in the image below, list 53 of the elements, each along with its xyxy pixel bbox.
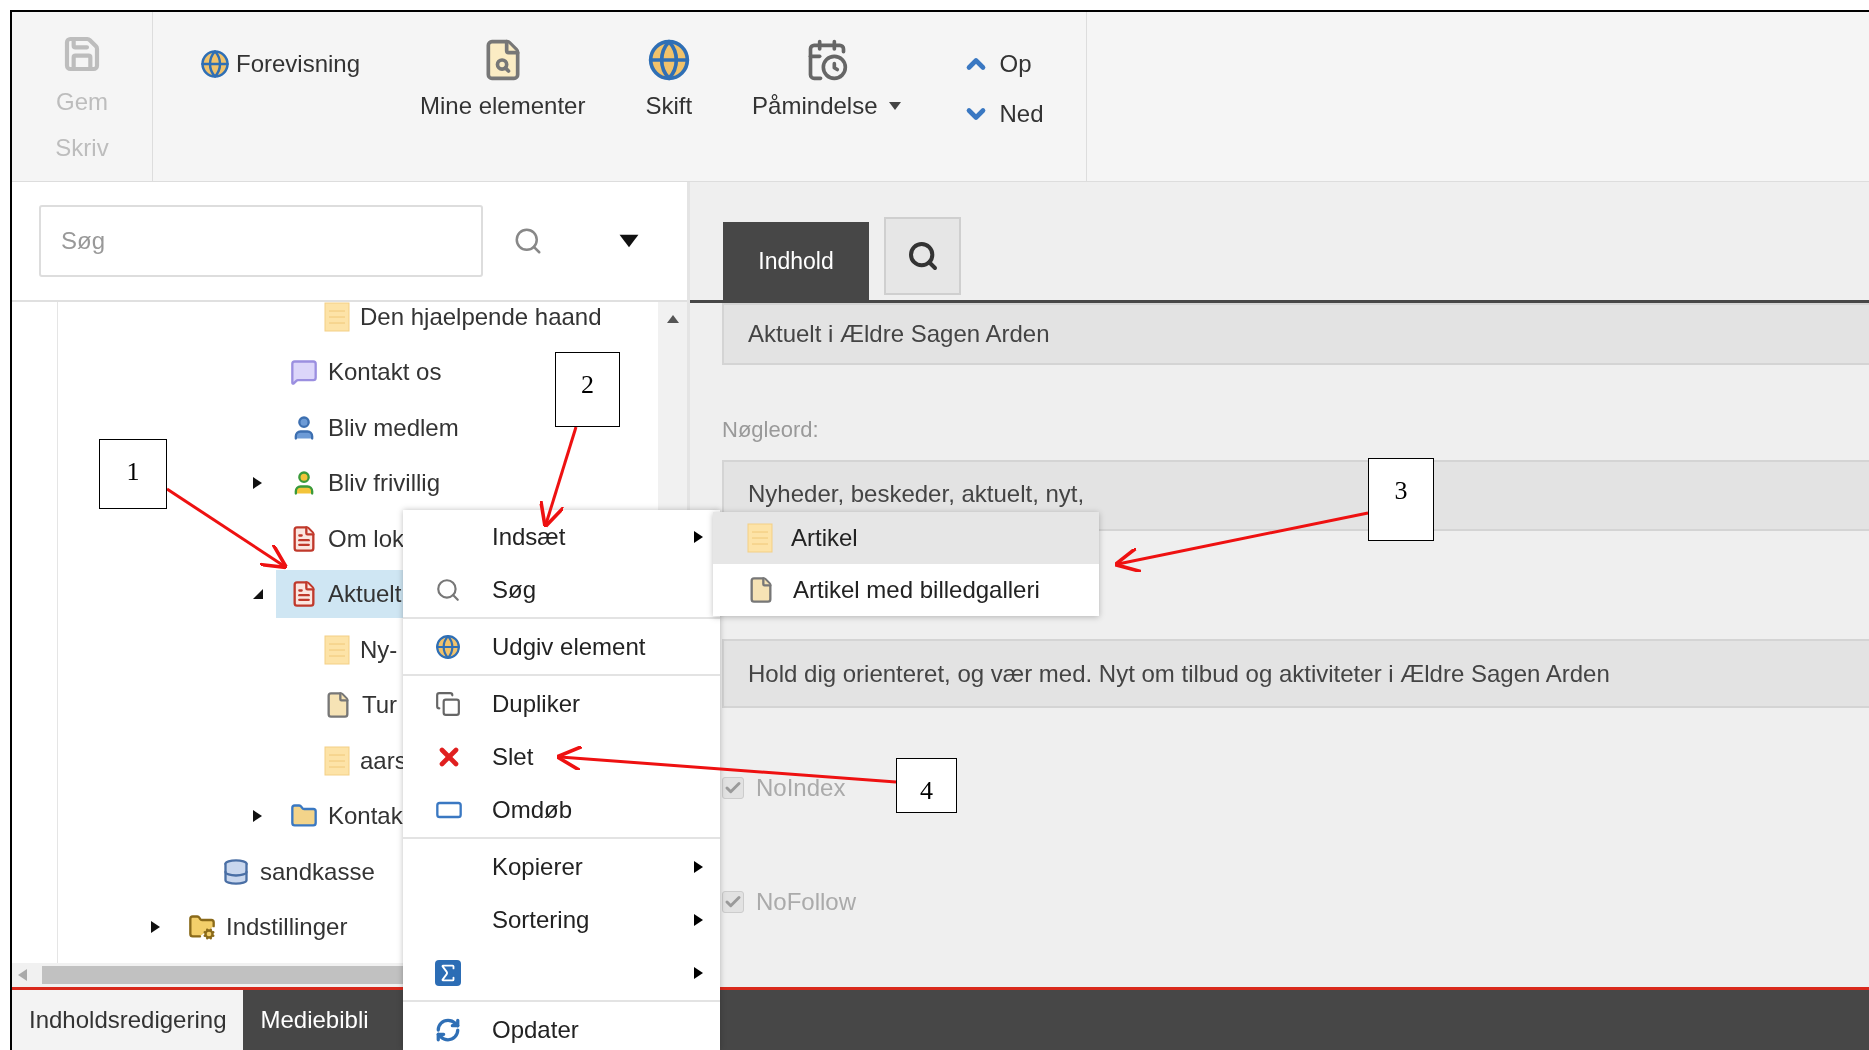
bottom-tab[interactable]: Mediebibli	[243, 990, 386, 1050]
title-field[interactable]: Aktuelt i Ældre Sagen Arden	[722, 303, 1869, 365]
callout-number: 4	[896, 758, 957, 813]
submenu-item[interactable]: Artikel med billedgalleri	[713, 564, 1099, 616]
speech-bubble-icon	[290, 358, 318, 387]
description-field[interactable]: Hold dig orienteret, og vær med. Nyt om tilbud og aktiviteter i Ældre Sagen Arden	[722, 639, 1869, 708]
checkbox-label: NoFollow	[756, 887, 857, 917]
checkbox-label: NoIndex	[756, 773, 846, 803]
content-tab[interactable]: Indhold	[723, 222, 869, 300]
tree-item[interactable]: Indstillinger	[174, 903, 378, 952]
search-icon[interactable]	[513, 226, 543, 256]
reminder-dropdown[interactable]: Påmindelse	[752, 38, 902, 124]
save-icon	[62, 34, 102, 74]
callout-number: 3	[1368, 458, 1434, 541]
menu-item[interactable]: Slet	[403, 730, 720, 783]
search-icon	[435, 576, 461, 603]
expanded-arrow-icon	[251, 587, 265, 602]
tree-item[interactable]: Bliv frivillig	[276, 459, 470, 508]
ribbon-button[interactable]: Skift	[645, 38, 693, 124]
search-field[interactable]: Søg	[39, 205, 483, 277]
move-up-button[interactable]: Op	[961, 46, 1044, 82]
page-icon	[324, 634, 350, 665]
tree-item[interactable]: Den hjaelpende haand	[310, 302, 632, 341]
search-tab[interactable]	[884, 217, 961, 295]
keywords-label: Nøgleord:	[722, 416, 820, 444]
group-label: Skriv	[55, 133, 109, 163]
page-icon	[324, 745, 350, 776]
bottom-tab[interactable]: Indholdsredigering	[12, 990, 244, 1050]
submenu-item[interactable]: Artikel	[713, 512, 1099, 564]
tree-item[interactable]: sandkasse	[208, 847, 405, 896]
folder-gear-icon	[188, 913, 216, 942]
tree-item[interactable]: Bliv medlem	[276, 403, 489, 452]
globe-icon	[200, 49, 230, 79]
globe-icon	[435, 633, 461, 660]
menu-item[interactable]: Opdater	[403, 1003, 720, 1050]
callout-number: 2	[555, 352, 620, 427]
refresh-icon	[435, 1016, 461, 1043]
ribbon-button[interactable]: Mine elementer	[420, 38, 586, 124]
page-icon	[747, 523, 773, 553]
callout-number: 1	[99, 439, 167, 509]
copy-icon	[435, 690, 461, 717]
preview-button[interactable]: Forevisning	[200, 46, 420, 82]
page-icon	[324, 302, 350, 332]
search-icon	[906, 240, 939, 272]
scroll-left-arrow-icon	[16, 968, 30, 982]
menu-item[interactable]: Kopierer	[403, 840, 720, 893]
database-icon	[222, 857, 250, 886]
menu-item[interactable]: Sortering	[403, 893, 720, 946]
menu-item[interactable]: Udgiv element	[403, 620, 720, 673]
sigma-icon	[435, 959, 461, 986]
tree-item[interactable]: Kontakt os	[276, 348, 472, 397]
expand-toggle[interactable]	[251, 587, 265, 602]
move-down-button[interactable]: Ned	[961, 96, 1044, 132]
